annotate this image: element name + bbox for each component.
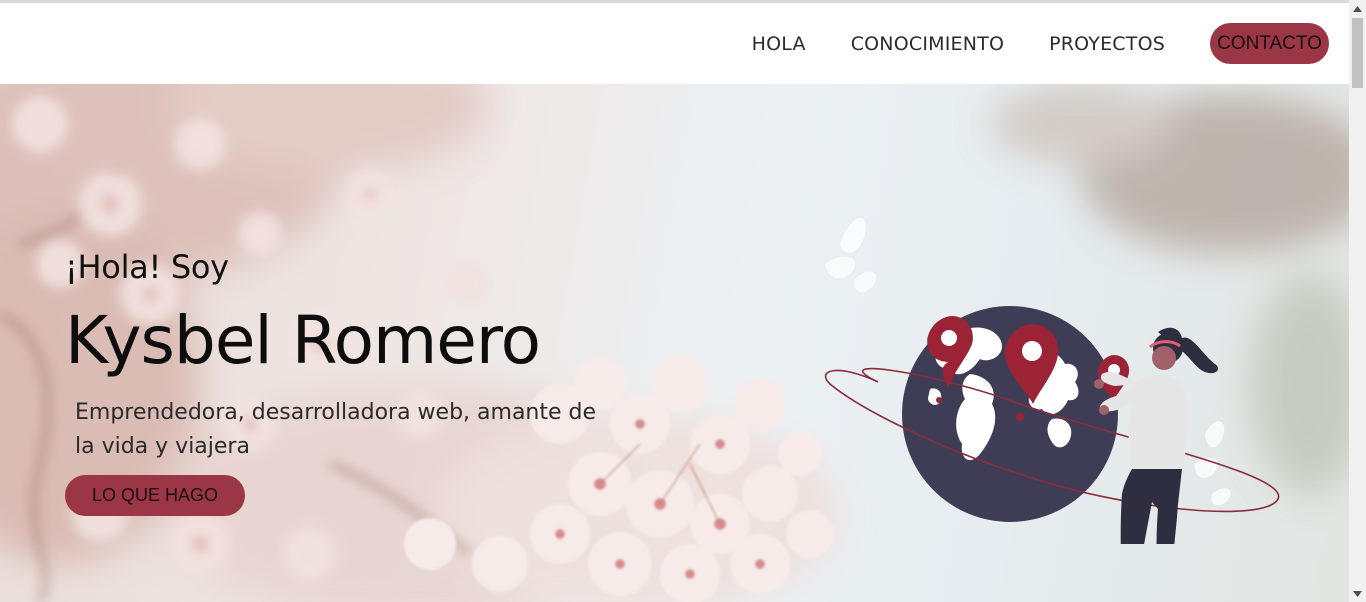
- nav-link-conocimiento[interactable]: CONOCIMIENTO: [851, 33, 1004, 55]
- hero-tagline: Emprendedora, desarrolladora web, amante…: [75, 400, 597, 459]
- woman-globe-illustration: [824, 217, 1280, 544]
- hero-greeting: ¡Hola! Soy: [65, 248, 229, 286]
- scroll-down-arrow-icon[interactable]: [1349, 585, 1366, 602]
- what-i-do-button[interactable]: LO QUE HAGO: [65, 475, 245, 516]
- nav-link-proyectos[interactable]: PROYECTOS: [1049, 33, 1165, 55]
- scrollbar-thumb[interactable]: [1352, 18, 1363, 88]
- hero-name: Kysbel Romero: [65, 302, 541, 379]
- page-scrollbar[interactable]: [1349, 0, 1366, 602]
- scroll-up-arrow-icon[interactable]: [1349, 0, 1366, 17]
- site-header: HOLA CONOCIMIENTO PROYECTOS CONTACTO: [0, 3, 1349, 84]
- main-nav: HOLA CONOCIMIENTO PROYECTOS CONTACTO: [707, 3, 1329, 84]
- leaf-decoration-icon: [825, 217, 877, 293]
- nav-link-hola[interactable]: HOLA: [752, 33, 806, 55]
- hero-text-block: ¡Hola! Soy Kysbel Romero Emprendedora, d…: [65, 84, 625, 602]
- contact-button[interactable]: CONTACTO: [1210, 23, 1329, 64]
- hero-section: ¡Hola! Soy Kysbel Romero Emprendedora, d…: [0, 84, 1349, 602]
